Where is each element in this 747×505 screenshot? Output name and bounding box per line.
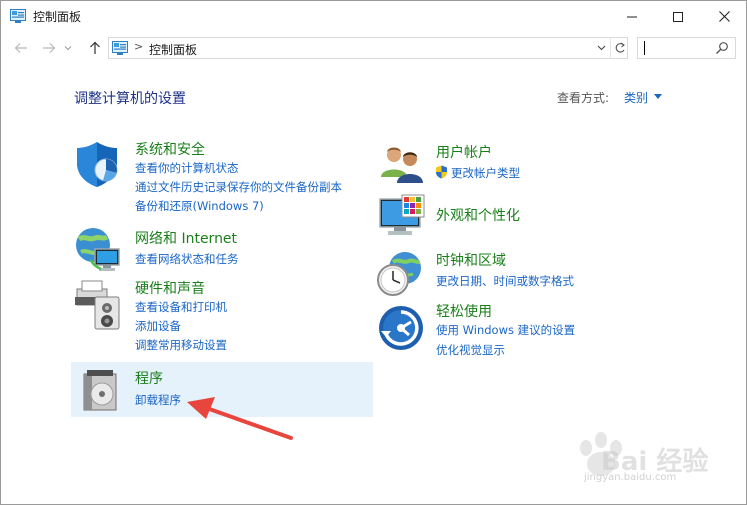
link-uninstall-program[interactable]: 卸载程序 bbox=[135, 392, 181, 408]
address-bar[interactable]: > 控制面板 bbox=[108, 37, 628, 59]
ease-of-access-icon[interactable] bbox=[377, 304, 425, 352]
forward-arrow-icon bbox=[43, 43, 56, 53]
minimize-button[interactable] bbox=[609, 1, 655, 32]
control-panel-small-icon bbox=[112, 41, 128, 55]
view-by-caret-icon[interactable] bbox=[654, 94, 662, 99]
minimize-icon bbox=[627, 16, 637, 17]
network-globe-icon[interactable] bbox=[73, 225, 123, 273]
search-input[interactable] bbox=[637, 37, 736, 59]
control-panel-window: 控制面板 > 控制面板 调整计算机的设置 查看方式: 类别 系统和安全 查看你的… bbox=[0, 0, 747, 505]
link-add-device[interactable]: 添加设备 bbox=[135, 318, 181, 334]
back-button[interactable] bbox=[11, 39, 31, 57]
control-panel-icon bbox=[10, 9, 26, 23]
category-clock-region[interactable]: 时钟和区域 bbox=[436, 250, 506, 270]
view-by-dropdown[interactable]: 类别 bbox=[624, 89, 648, 106]
category-network-internet[interactable]: 网络和 Internet bbox=[135, 228, 237, 248]
link-devices-printers[interactable]: 查看设备和打印机 bbox=[135, 299, 227, 315]
link-view-computer-status[interactable]: 查看你的计算机状态 bbox=[135, 160, 239, 176]
monitor-palette-icon[interactable] bbox=[378, 193, 428, 241]
programs-disc-icon[interactable] bbox=[81, 368, 121, 412]
search-field[interactable] bbox=[638, 38, 710, 58]
text-caret bbox=[644, 41, 645, 55]
link-change-account-type[interactable]: 更改帐户类型 bbox=[451, 165, 520, 181]
up-button[interactable] bbox=[85, 39, 105, 57]
chevron-down-icon bbox=[64, 46, 72, 51]
recent-locations-button[interactable] bbox=[61, 39, 75, 57]
page-heading: 调整计算机的设置 bbox=[74, 91, 186, 107]
window-title: 控制面板 bbox=[33, 10, 82, 24]
category-hardware-sound[interactable]: 硬件和声音 bbox=[135, 278, 205, 298]
breadcrumb-separator[interactable]: > bbox=[134, 40, 143, 53]
category-user-accounts[interactable]: 用户帐户 bbox=[436, 142, 492, 162]
link-optimize-visual-display[interactable]: 优化视觉显示 bbox=[436, 342, 505, 358]
link-date-time-format[interactable]: 更改日期、时间或数字格式 bbox=[436, 273, 574, 289]
category-system-security[interactable]: 系统和安全 bbox=[135, 139, 205, 159]
users-icon[interactable] bbox=[378, 143, 426, 185]
category-programs[interactable]: 程序 bbox=[135, 368, 163, 388]
chevron-down-icon bbox=[597, 45, 605, 51]
maximize-icon bbox=[673, 11, 683, 22]
category-ease-of-access[interactable]: 轻松使用 bbox=[436, 301, 492, 321]
close-icon bbox=[718, 11, 730, 22]
navigation-bar: > 控制面板 bbox=[1, 32, 746, 64]
watermark-url: jingyan.baidu.com bbox=[584, 472, 677, 483]
address-dropdown-button[interactable] bbox=[594, 41, 608, 55]
close-button[interactable] bbox=[701, 1, 747, 32]
refresh-button[interactable] bbox=[610, 38, 628, 58]
uac-shield-icon bbox=[436, 165, 447, 179]
link-file-history-backup[interactable]: 通过文件历史记录保存你的文件备份副本 bbox=[135, 179, 342, 195]
link-network-status[interactable]: 查看网络状态和任务 bbox=[135, 251, 239, 267]
link-windows-recommended-settings[interactable]: 使用 Windows 建议的设置 bbox=[436, 322, 575, 338]
refresh-icon bbox=[615, 42, 625, 53]
view-by-label: 查看方式: bbox=[557, 91, 610, 105]
search-icon[interactable] bbox=[715, 41, 729, 55]
breadcrumb-control-panel[interactable]: 控制面板 bbox=[149, 41, 197, 58]
category-appearance-personalization[interactable]: 外观和个性化 bbox=[436, 205, 520, 225]
title-bar[interactable]: 控制面板 bbox=[1, 1, 746, 32]
clock-globe-icon[interactable] bbox=[375, 250, 425, 298]
up-arrow-icon bbox=[90, 41, 100, 54]
back-arrow-icon bbox=[14, 43, 27, 53]
printer-speaker-icon[interactable] bbox=[73, 277, 125, 331]
shield-icon[interactable] bbox=[73, 139, 123, 189]
link-backup-restore[interactable]: 备份和还原(Windows 7) bbox=[135, 198, 264, 214]
maximize-button[interactable] bbox=[655, 1, 701, 32]
link-mobility-settings[interactable]: 调整常用移动设置 bbox=[135, 337, 227, 353]
forward-button[interactable] bbox=[39, 39, 59, 57]
